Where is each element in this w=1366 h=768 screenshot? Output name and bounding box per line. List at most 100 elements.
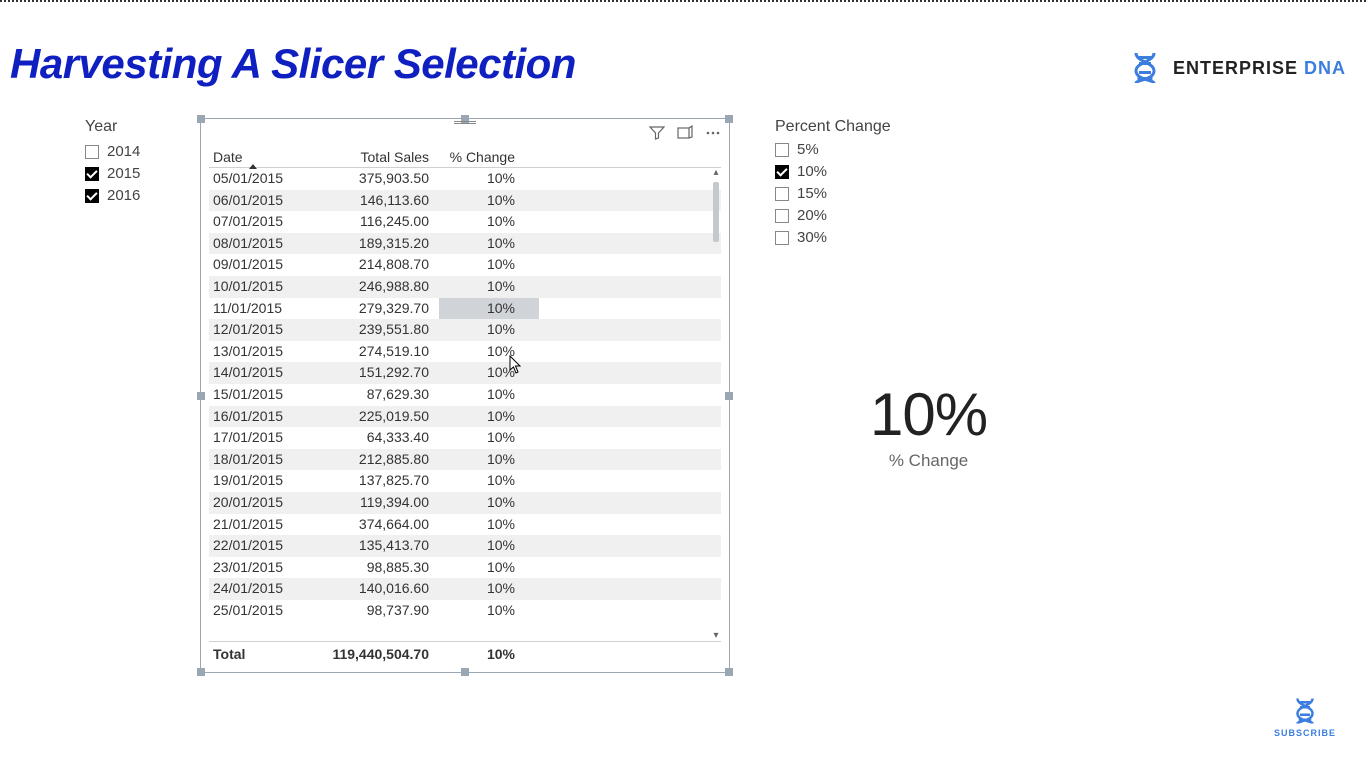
table-row[interactable]: 25/01/201598,737.9010% [209, 600, 721, 622]
cell-change: 10% [439, 254, 539, 276]
cell-change: 10% [439, 449, 539, 471]
table-row[interactable]: 24/01/2015140,016.6010% [209, 578, 721, 600]
cell-date: 11/01/2015 [209, 298, 319, 320]
cell-date: 14/01/2015 [209, 362, 319, 384]
cell-date: 25/01/2015 [209, 600, 319, 622]
card-value: 10% [870, 380, 987, 449]
col-header-sales[interactable]: Total Sales [319, 149, 439, 165]
year-slicer-item[interactable]: 2016 [85, 186, 180, 206]
table-row[interactable]: 16/01/2015225,019.5010% [209, 406, 721, 428]
table-row[interactable]: 13/01/2015274,519.1010% [209, 341, 721, 363]
col-header-date[interactable]: Date [209, 149, 319, 165]
cell-sales: 212,885.80 [319, 449, 439, 471]
cell-sales: 375,903.50 [319, 168, 439, 190]
checkbox-icon[interactable] [85, 167, 99, 181]
checkbox-icon[interactable] [775, 209, 789, 223]
cell-change: 10% [439, 406, 539, 428]
slicer-item-label: 30% [797, 228, 827, 248]
table-row[interactable]: 07/01/2015116,245.0010% [209, 211, 721, 233]
dna-helix-icon [1290, 696, 1320, 726]
checkbox-icon[interactable] [775, 165, 789, 179]
table-row[interactable]: 10/01/2015246,988.8010% [209, 276, 721, 298]
resize-handle[interactable] [461, 668, 469, 676]
cell-sales: 87,629.30 [319, 384, 439, 406]
table-row[interactable]: 18/01/2015212,885.8010% [209, 449, 721, 471]
slicer-item-label: 20% [797, 206, 827, 226]
year-slicer-title: Year [85, 118, 180, 136]
resize-handle[interactable] [725, 392, 733, 400]
slicer-item-label: 2015 [107, 164, 140, 184]
cell-date: 09/01/2015 [209, 254, 319, 276]
scroll-down-icon[interactable]: ▾ [711, 631, 721, 641]
percent-slicer-item[interactable]: 15% [775, 184, 935, 204]
checkbox-icon[interactable] [775, 231, 789, 245]
cell-change: 10% [439, 384, 539, 406]
cell-sales: 246,988.80 [319, 276, 439, 298]
focus-mode-icon[interactable] [677, 125, 693, 141]
cell-sales: 239,551.80 [319, 319, 439, 341]
cell-sales: 98,885.30 [319, 557, 439, 579]
table-row[interactable]: 17/01/201564,333.4010% [209, 427, 721, 449]
table-row[interactable]: 23/01/201598,885.3010% [209, 557, 721, 579]
percent-slicer-item[interactable]: 20% [775, 206, 935, 226]
percent-slicer-item[interactable]: 5% [775, 140, 935, 160]
table-row[interactable]: 05/01/2015375,903.5010% [209, 168, 721, 190]
slicer-item-label: 10% [797, 162, 827, 182]
table-row[interactable]: 14/01/2015151,292.7010% [209, 362, 721, 384]
cell-sales: 98,737.90 [319, 600, 439, 622]
table-row[interactable]: 19/01/2015137,825.7010% [209, 470, 721, 492]
cell-date: 05/01/2015 [209, 168, 319, 190]
vertical-scrollbar[interactable]: ▴ ▾ [711, 168, 721, 641]
table-row[interactable]: 06/01/2015146,113.6010% [209, 190, 721, 212]
resize-handle[interactable] [197, 392, 205, 400]
cell-date: 22/01/2015 [209, 535, 319, 557]
filter-icon[interactable] [649, 125, 665, 141]
cell-change: 10% [439, 298, 539, 320]
table-row[interactable]: 12/01/2015239,551.8010% [209, 319, 721, 341]
scroll-up-icon[interactable]: ▴ [711, 168, 721, 178]
drag-handle-icon[interactable] [454, 121, 476, 124]
cell-sales: 146,113.60 [319, 190, 439, 212]
cell-sales: 116,245.00 [319, 211, 439, 233]
table-row[interactable]: 20/01/2015119,394.0010% [209, 492, 721, 514]
cell-change: 10% [439, 535, 539, 557]
cell-sales: 64,333.40 [319, 427, 439, 449]
brand-logo: ENTERPRISE DNA [1127, 50, 1346, 86]
year-slicer: Year 201420152016 [10, 118, 180, 208]
cell-sales: 225,019.50 [319, 406, 439, 428]
table-row[interactable]: 15/01/201587,629.3010% [209, 384, 721, 406]
table-row[interactable]: 21/01/2015374,664.0010% [209, 514, 721, 536]
table-visual[interactable]: Date Total Sales % Change 05/01/2015375,… [200, 118, 730, 673]
table-row[interactable]: 11/01/2015279,329.7010% [209, 298, 721, 320]
subscribe-badge[interactable]: SUBSCRIBE [1274, 696, 1336, 738]
cell-sales: 135,413.70 [319, 535, 439, 557]
checkbox-icon[interactable] [775, 187, 789, 201]
cell-change: 10% [439, 341, 539, 363]
cell-sales: 279,329.70 [319, 298, 439, 320]
cell-sales: 151,292.70 [319, 362, 439, 384]
table-row[interactable]: 09/01/2015214,808.7010% [209, 254, 721, 276]
cell-change: 10% [439, 362, 539, 384]
cell-change: 10% [439, 578, 539, 600]
cell-change: 10% [439, 600, 539, 622]
scroll-thumb[interactable] [713, 182, 719, 242]
percent-slicer-item[interactable]: 30% [775, 228, 935, 248]
year-slicer-item[interactable]: 2015 [85, 164, 180, 184]
table-row[interactable]: 22/01/2015135,413.7010% [209, 535, 721, 557]
table-row[interactable]: 08/01/2015189,315.2010% [209, 233, 721, 255]
more-options-icon[interactable] [705, 125, 721, 141]
resize-handle[interactable] [725, 668, 733, 676]
col-header-change[interactable]: % Change [439, 149, 539, 165]
cell-sales: 119,394.00 [319, 492, 439, 514]
cell-change: 10% [439, 190, 539, 212]
percent-slicer-item[interactable]: 10% [775, 162, 935, 182]
checkbox-icon[interactable] [85, 189, 99, 203]
checkbox-icon[interactable] [85, 145, 99, 159]
resize-handle[interactable] [197, 668, 205, 676]
checkbox-icon[interactable] [775, 143, 789, 157]
table-header-row[interactable]: Date Total Sales % Change [209, 147, 721, 168]
dna-helix-icon [1127, 50, 1163, 86]
percent-change-card: 10% % Change [870, 380, 987, 471]
brand-text: ENTERPRISE DNA [1173, 58, 1346, 79]
year-slicer-item[interactable]: 2014 [85, 142, 180, 162]
